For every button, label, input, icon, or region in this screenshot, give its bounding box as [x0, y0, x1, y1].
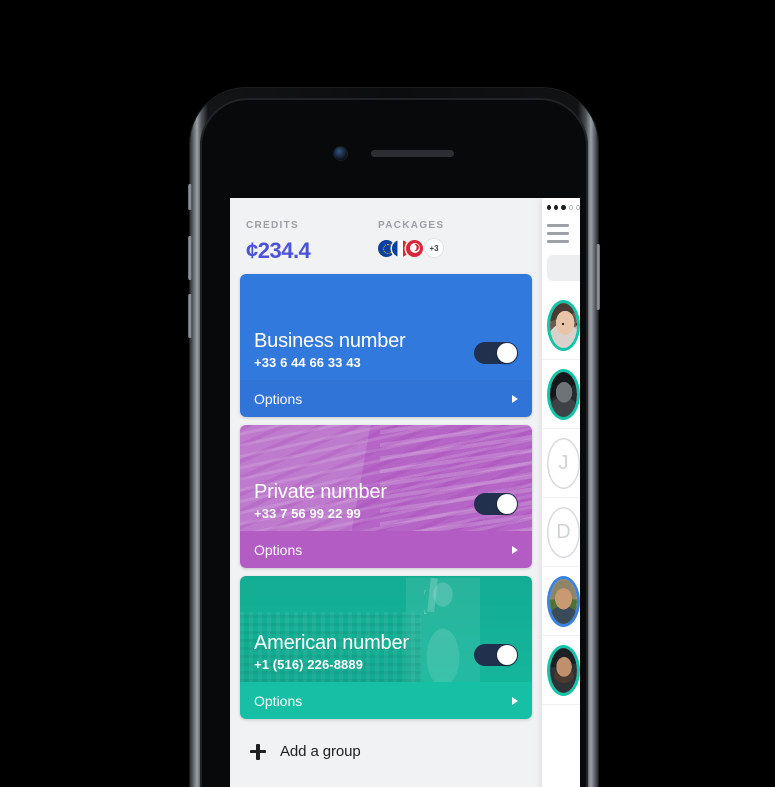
- card-options-row[interactable]: Options: [240, 682, 532, 719]
- card-options-row[interactable]: Options: [240, 531, 532, 568]
- chevron-right-icon: [512, 696, 518, 705]
- avatar[interactable]: [547, 645, 580, 696]
- card-body: Private number +33 7 56 99 22 99: [240, 425, 532, 531]
- toggle-knob: [497, 343, 517, 363]
- hamburger-line: [547, 240, 569, 243]
- card-body: American number +1 (516) 226-8889: [240, 576, 532, 682]
- number-card-private[interactable]: Private number +33 7 56 99 22 99 Options: [240, 425, 532, 568]
- avatar[interactable]: [547, 369, 580, 420]
- options-label: Options: [254, 692, 303, 709]
- credits-block[interactable]: CREDITS ¢234.4: [246, 220, 378, 264]
- number-card-list: Business number +33 6 44 66 33 43 Option…: [230, 274, 542, 719]
- front-camera-icon: [334, 147, 347, 160]
- contact-list-item[interactable]: [542, 291, 580, 360]
- toggle-knob: [497, 494, 517, 514]
- credits-label: CREDITS: [246, 220, 299, 231]
- avatar-photo: [550, 647, 577, 693]
- contact-list-item[interactable]: [542, 636, 580, 705]
- add-group-button[interactable]: Add a group: [230, 727, 542, 760]
- phone-bezel: CREDITS ¢234.4 PACKAGES +3 Business numb…: [200, 98, 588, 787]
- mute-switch-button[interactable]: [188, 184, 192, 210]
- search-input[interactable]: [547, 255, 580, 281]
- card-phone-number: +1 (516) 226-8889: [254, 657, 364, 672]
- chevron-right-icon: [512, 545, 518, 554]
- page-dot-inactive: [576, 205, 580, 210]
- phone-device: CREDITS ¢234.4 PACKAGES +3 Business numb…: [188, 88, 600, 787]
- options-label: Options: [254, 541, 303, 558]
- card-text-block: Private number +33 7 56 99 22 99: [254, 481, 474, 521]
- flag-tn-icon: [406, 239, 423, 257]
- number-card-american[interactable]: American number +1 (516) 226-8889 Option…: [240, 576, 532, 719]
- avatar-initial: J: [558, 451, 569, 474]
- avatar-photo: [550, 371, 577, 417]
- number-toggle-switch[interactable]: [474, 493, 518, 515]
- screenshot-stage: CREDITS ¢234.4 PACKAGES +3 Business numb…: [0, 0, 775, 787]
- card-title: American number: [254, 631, 409, 654]
- contact-list-item[interactable]: D: [542, 498, 580, 567]
- avatar-photo: [550, 302, 577, 348]
- card-title: Private number: [254, 480, 387, 503]
- packages-more-badge[interactable]: +3: [425, 239, 443, 257]
- avatar[interactable]: J: [547, 437, 580, 489]
- toggle-knob: [497, 645, 517, 665]
- plus-icon: [250, 743, 266, 760]
- top-summary-bar: CREDITS ¢234.4 PACKAGES +3: [230, 198, 542, 274]
- avatar-photo: [550, 578, 577, 624]
- contact-list-item[interactable]: J: [542, 429, 580, 498]
- earpiece-speaker-icon: [371, 150, 454, 157]
- card-text-block: American number +1 (516) 226-8889: [254, 632, 474, 672]
- number-toggle-switch[interactable]: [474, 644, 518, 666]
- hamburger-line: [547, 232, 569, 235]
- card-phone-number: +33 6 44 66 33 43: [254, 355, 361, 370]
- page-dot-inactive: [569, 205, 573, 210]
- chevron-right-icon: [512, 394, 518, 403]
- power-button[interactable]: [596, 244, 600, 310]
- phone-screen: CREDITS ¢234.4 PACKAGES +3 Business numb…: [230, 198, 580, 787]
- volume-down-button[interactable]: [188, 294, 192, 338]
- card-body: Business number +33 6 44 66 33 43: [240, 274, 532, 380]
- add-group-label: Add a group: [280, 743, 361, 760]
- card-title: Business number: [254, 329, 406, 352]
- contact-list: J D: [542, 291, 580, 705]
- volume-up-button[interactable]: [188, 236, 192, 280]
- number-toggle-switch[interactable]: [474, 342, 518, 364]
- avatar-initial: D: [556, 520, 571, 543]
- packages-label: PACKAGES: [378, 220, 445, 231]
- options-label: Options: [254, 390, 303, 407]
- contacts-side-panel: J D: [542, 198, 580, 787]
- card-options-row[interactable]: Options: [240, 380, 532, 417]
- contact-list-item[interactable]: [542, 360, 580, 429]
- avatar[interactable]: D: [547, 506, 580, 558]
- avatar[interactable]: [547, 300, 580, 351]
- page-dot-active: [561, 205, 566, 210]
- hamburger-line: [547, 224, 569, 227]
- numbers-panel: CREDITS ¢234.4 PACKAGES +3 Business numb…: [230, 198, 542, 787]
- credits-value: ¢234.4: [246, 238, 311, 263]
- card-text-block: Business number +33 6 44 66 33 43: [254, 330, 474, 370]
- hamburger-icon[interactable]: [542, 210, 580, 243]
- number-card-business[interactable]: Business number +33 6 44 66 33 43 Option…: [240, 274, 532, 417]
- avatar[interactable]: [547, 576, 580, 627]
- card-phone-number: +33 7 56 99 22 99: [254, 506, 361, 521]
- packages-block[interactable]: PACKAGES +3: [378, 220, 444, 264]
- page-indicator-dots[interactable]: [542, 198, 580, 210]
- packages-flag-list[interactable]: +3: [378, 238, 444, 257]
- contact-list-item[interactable]: [542, 567, 580, 636]
